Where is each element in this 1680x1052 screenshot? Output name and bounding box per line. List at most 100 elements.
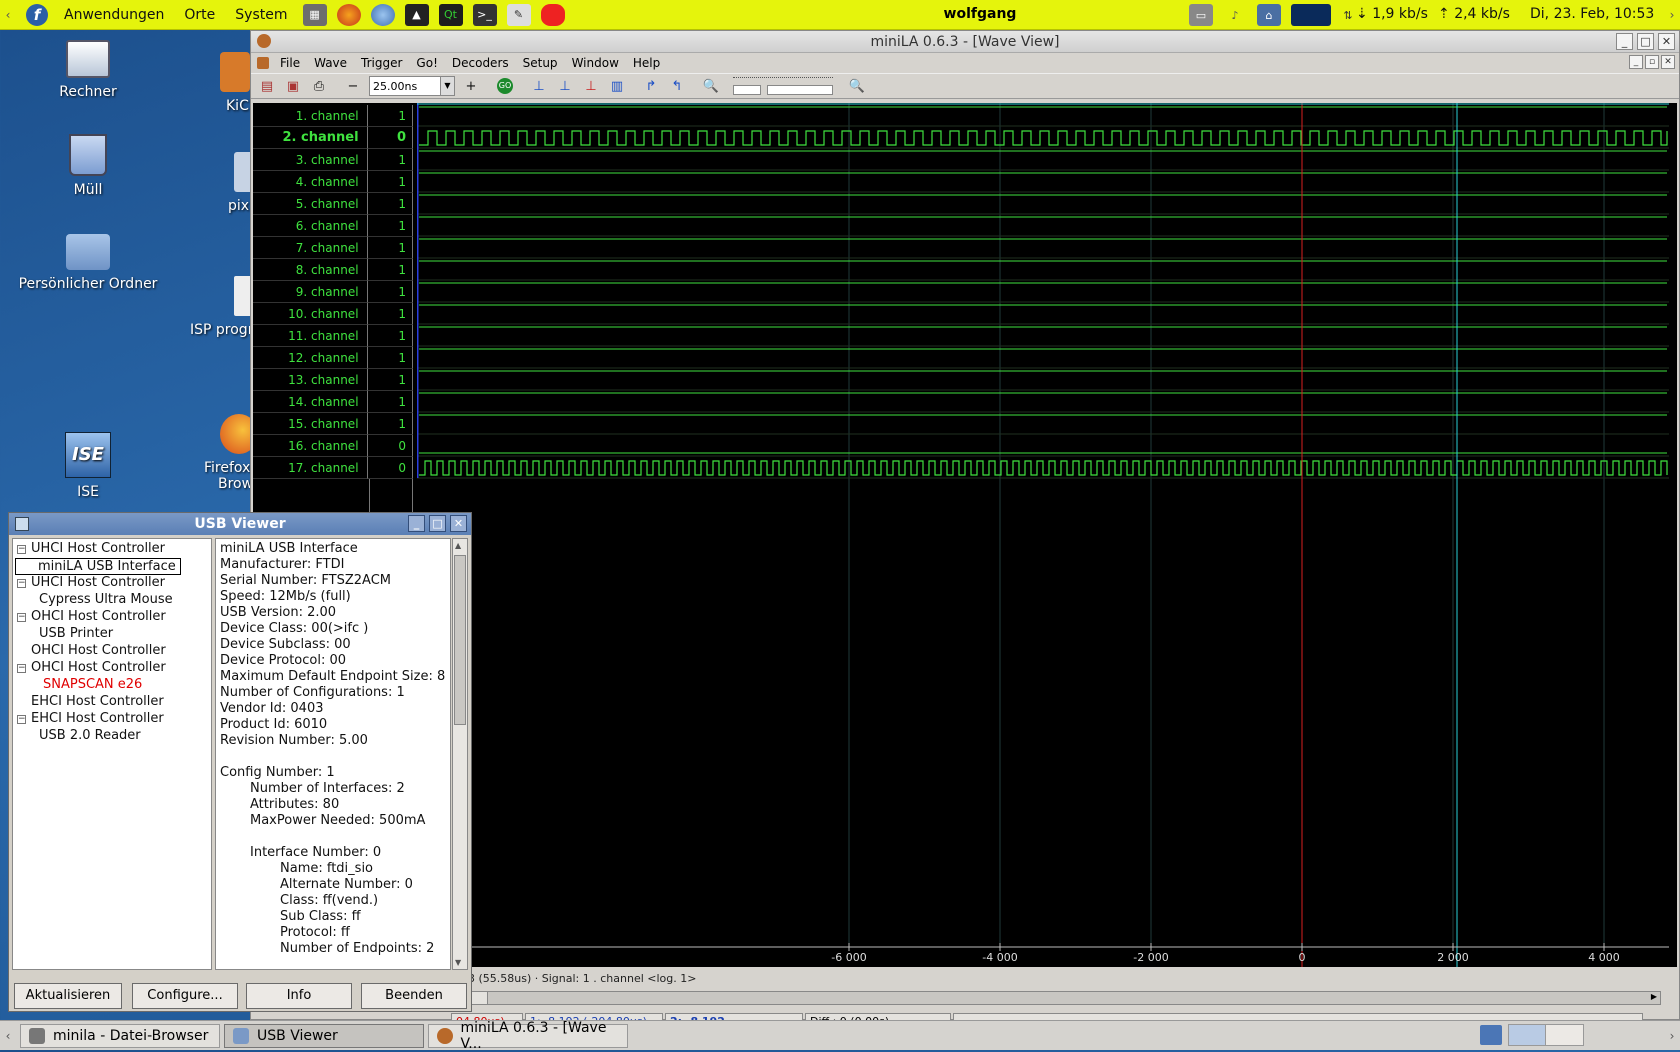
redhat-icon[interactable]: [540, 3, 565, 26]
desktop-icon-home[interactable]: Persönlicher Ordner: [18, 234, 158, 292]
taskbar-left-arrow-icon[interactable]: ‹: [0, 1029, 16, 1043]
task-minila[interactable]: miniLA 0.6.3 - [Wave V...: [428, 1020, 628, 1052]
aktualisieren-button[interactable]: Aktualisieren: [14, 983, 122, 1009]
channel-row[interactable]: 5. channel 1: [253, 193, 413, 215]
taskbar-right-arrow-icon[interactable]: ›: [1664, 1029, 1680, 1043]
save-icon[interactable]: ▣: [283, 76, 303, 96]
thunderbird-icon[interactable]: [370, 3, 395, 26]
channel-row[interactable]: 15. channel 1: [253, 413, 413, 435]
zoom-minus-icon[interactable]: −: [343, 76, 363, 96]
tree-item[interactable]: OHCI Host Controller: [31, 660, 166, 675]
goto-cursor1-icon[interactable]: ↱: [641, 76, 661, 96]
channel-row[interactable]: 8. channel 1: [253, 259, 413, 281]
channel-row[interactable]: 14. channel 1: [253, 391, 413, 413]
menu-wave[interactable]: Wave: [307, 56, 354, 70]
tree-item[interactable]: miniLA USB Interface: [15, 558, 181, 575]
channel-row[interactable]: 9. channel 1: [253, 281, 413, 303]
system-monitor-icon[interactable]: [1291, 4, 1331, 26]
menu-decoders[interactable]: Decoders: [445, 56, 516, 70]
usb-maximize-button[interactable]: □: [429, 515, 446, 532]
scroll-down-icon[interactable]: ▼: [455, 958, 461, 967]
channel-row[interactable]: 12. channel 1: [253, 347, 413, 369]
clock[interactable]: Di, 23. Feb, 10:53: [1530, 6, 1654, 22]
workspace-1[interactable]: [1509, 1025, 1547, 1045]
desktop-icon-muell[interactable]: Müll: [18, 134, 158, 198]
calculator-icon[interactable]: ▦: [302, 3, 327, 26]
channel-row[interactable]: 6. channel 1: [253, 215, 413, 237]
tree-item[interactable]: OHCI Host Controller: [31, 609, 166, 624]
usb-close-button[interactable]: ✕: [450, 515, 467, 532]
tree-item[interactable]: USB 2.0 Reader: [39, 728, 141, 743]
menu-file[interactable]: File: [273, 56, 307, 70]
cursor2-icon[interactable]: ⊥: [555, 76, 575, 96]
workspace-2[interactable]: [1546, 1025, 1583, 1045]
zoom-plus-icon[interactable]: +: [461, 76, 481, 96]
menu-orte[interactable]: Orte: [174, 7, 225, 23]
tree-item[interactable]: OHCI Host Controller: [31, 643, 166, 658]
channel-row[interactable]: 17. channel 0: [253, 457, 413, 479]
waveform-plot[interactable]: -6 000-4 000-2 00002 0004 0006 0008 000: [417, 103, 1677, 967]
channel-row[interactable]: 2. channel 0: [253, 127, 413, 149]
open-icon[interactable]: ▤: [257, 76, 277, 96]
channel-row[interactable]: 3. channel 1: [253, 149, 413, 171]
desktop-icon-firefox[interactable]: Firefox Brow: [204, 414, 258, 492]
display-icon[interactable]: ▭: [1189, 4, 1213, 26]
channel-row[interactable]: 11. channel 1: [253, 325, 413, 347]
network-icon[interactable]: ⌂: [1257, 4, 1281, 26]
zoom-in-icon[interactable]: 🔍: [847, 76, 867, 96]
horizontal-scrollbar[interactable]: ▶: [451, 991, 1661, 1005]
terminal-icon[interactable]: >_: [472, 3, 497, 26]
minimize-button[interactable]: _: [1616, 33, 1633, 50]
desktop-icon-rechner[interactable]: Rechner: [18, 40, 158, 100]
info-vertical-scrollbar[interactable]: ▲ ▼: [452, 538, 468, 970]
panel-left-arrow-icon[interactable]: ‹: [0, 8, 16, 22]
zoom-slider[interactable]: [733, 75, 833, 97]
scroll-up-icon[interactable]: ▲: [455, 541, 461, 550]
desktop-icon-ise[interactable]: ISE ISE: [18, 432, 158, 500]
beenden-button[interactable]: Beenden: [361, 983, 467, 1009]
menu-help[interactable]: Help: [626, 56, 667, 70]
usb-viewer-titlebar[interactable]: USB Viewer _ □ ✕: [9, 513, 471, 535]
menu-anwendungen[interactable]: Anwendungen: [54, 7, 174, 23]
tree-item[interactable]: USB Printer: [39, 626, 113, 641]
fit-cursors-icon[interactable]: ▥: [607, 76, 627, 96]
firefox-icon[interactable]: [336, 3, 361, 26]
tree-item[interactable]: UHCI Host Controller: [31, 575, 165, 590]
workspace-switcher[interactable]: [1508, 1024, 1584, 1046]
configure-button[interactable]: Configure...: [132, 983, 238, 1009]
mdi-restore-button[interactable]: ▫: [1645, 55, 1659, 69]
tree-collapse-icon[interactable]: −: [17, 664, 26, 673]
tree-item[interactable]: EHCI Host Controller: [31, 694, 164, 709]
mdi-close-button[interactable]: ✕: [1661, 55, 1675, 69]
desktop-icon-isp[interactable]: ISP progr: [190, 276, 256, 338]
fedora-icon[interactable]: f: [26, 3, 48, 26]
menu-go[interactable]: Go!: [409, 56, 444, 70]
channel-row[interactable]: 1. channel 1: [253, 105, 413, 127]
tree-collapse-icon[interactable]: −: [17, 579, 26, 588]
tree-item[interactable]: EHCI Host Controller: [31, 711, 164, 726]
slider-handle[interactable]: [733, 85, 761, 95]
tree-item[interactable]: SNAPSCAN e26: [43, 677, 142, 692]
zoom-select[interactable]: 25.00ns ▼: [369, 76, 455, 96]
zoom-out-icon[interactable]: 🔍: [701, 76, 721, 96]
minila-titlebar[interactable]: miniLA 0.6.3 - [Wave View] _ □ ✕: [251, 31, 1679, 53]
scroll-thumb[interactable]: [454, 555, 466, 725]
scroll-right-icon[interactable]: ▶: [1648, 992, 1660, 1004]
desktop-icon-kicad[interactable]: KiC: [196, 52, 256, 114]
menu-trigger[interactable]: Trigger: [354, 56, 409, 70]
menu-setup[interactable]: Setup: [516, 56, 565, 70]
panel-right-arrow-icon[interactable]: ›: [1664, 8, 1680, 22]
editor-icon[interactable]: ✎: [506, 3, 531, 26]
tree-item[interactable]: Cypress Ultra Mouse: [39, 592, 173, 607]
menu-window[interactable]: Window: [565, 56, 626, 70]
go-icon[interactable]: GO: [495, 76, 515, 96]
tree-collapse-icon[interactable]: −: [17, 715, 26, 724]
tree-item[interactable]: UHCI Host Controller: [31, 541, 165, 556]
menu-system[interactable]: System: [225, 7, 297, 23]
gnuplot-icon[interactable]: ▲: [404, 3, 429, 26]
maximize-button[interactable]: □: [1637, 33, 1654, 50]
task-usb-viewer[interactable]: USB Viewer: [224, 1023, 424, 1048]
close-button[interactable]: ✕: [1658, 33, 1675, 50]
trigger-cursor-icon[interactable]: ⊥: [581, 76, 601, 96]
goto-cursor2-icon[interactable]: ↰: [667, 76, 687, 96]
